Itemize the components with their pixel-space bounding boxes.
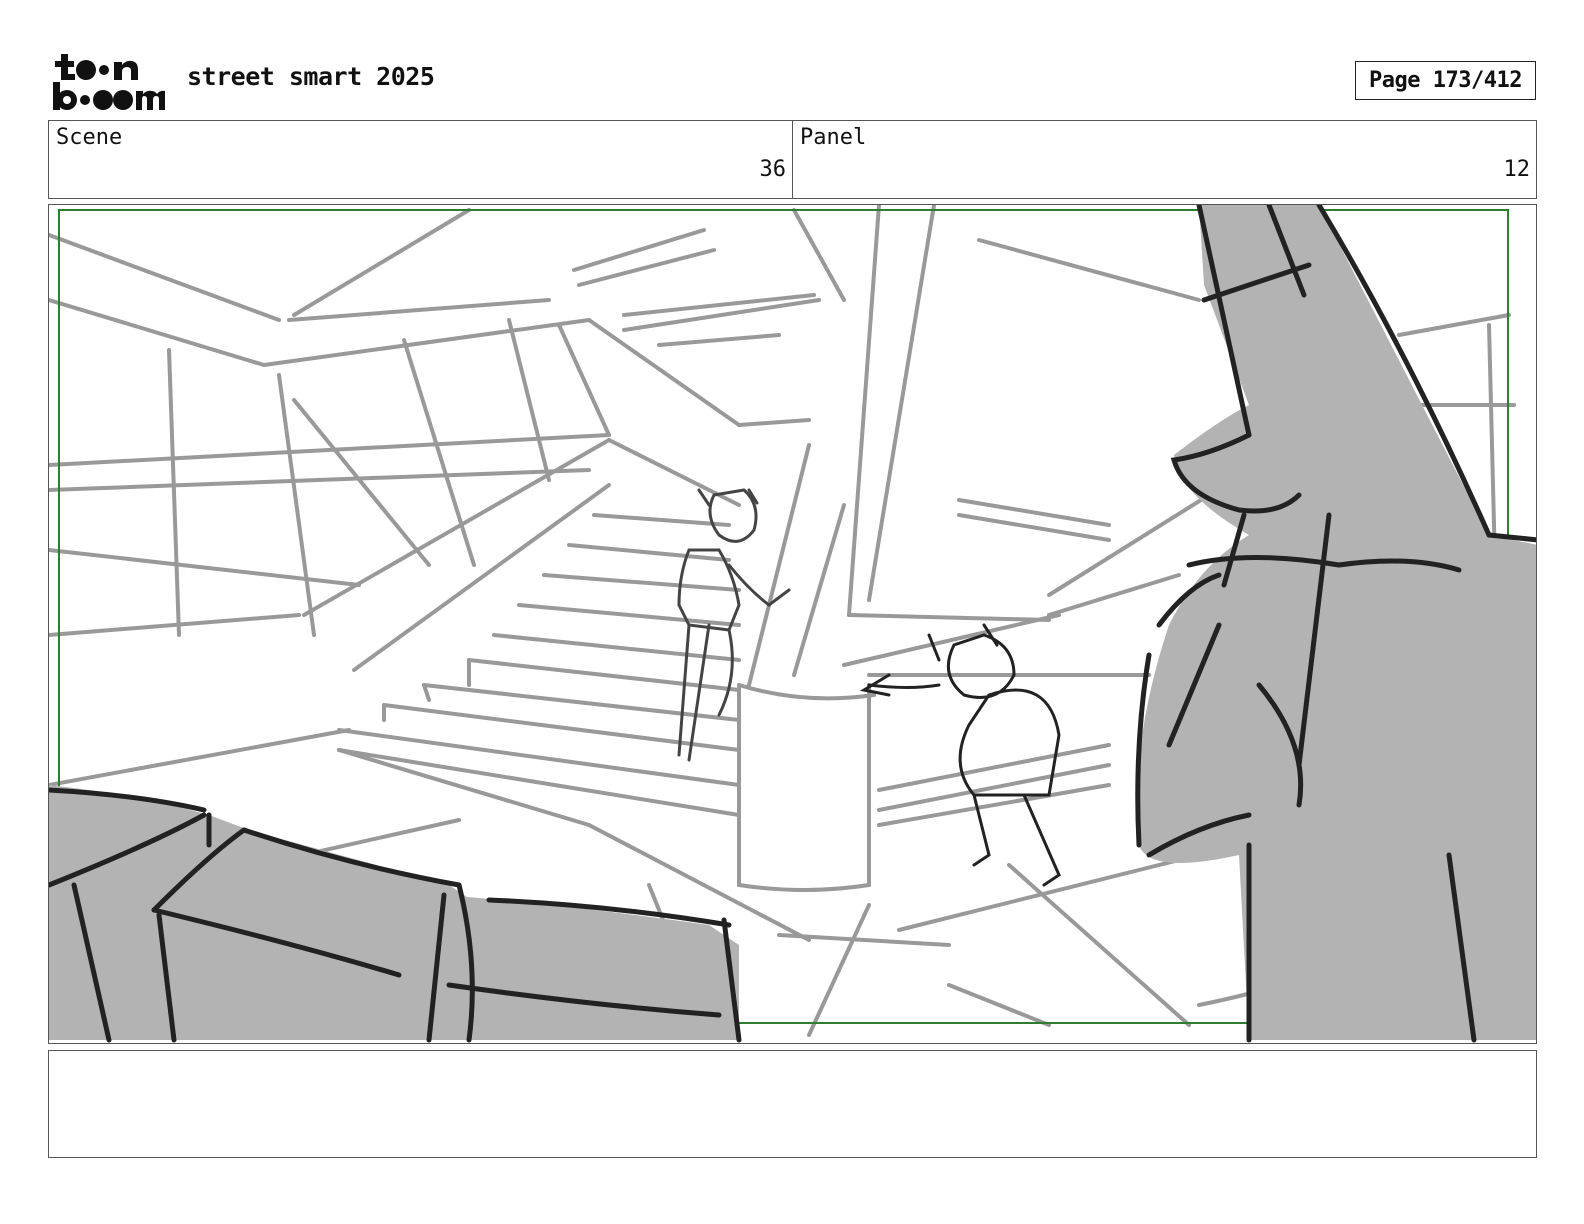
storyboard-panel-image: [48, 204, 1537, 1044]
storyboard-sketch: [49, 205, 1536, 1043]
character-near-column: [859, 623, 1061, 887]
panel-notes-box: [48, 1050, 1537, 1158]
panel-number: 12: [1503, 157, 1531, 182]
panel-label: Panel: [800, 125, 867, 150]
panel-cell: Panel 12: [792, 121, 1536, 198]
scene-label: Scene: [56, 125, 123, 150]
document-title: street smart 2025: [187, 62, 435, 91]
scene-panel-info: Scene 36 Panel 12: [48, 120, 1537, 199]
scene-cell: Scene 36: [49, 121, 792, 198]
toon-boom-logo: [50, 50, 165, 112]
logo-mark: [53, 54, 165, 110]
scene-number: 36: [759, 157, 787, 182]
foreground-character: [1135, 205, 1536, 1043]
foreground-couches: [49, 785, 742, 1043]
page-indicator: Page 173/412: [1355, 61, 1536, 100]
